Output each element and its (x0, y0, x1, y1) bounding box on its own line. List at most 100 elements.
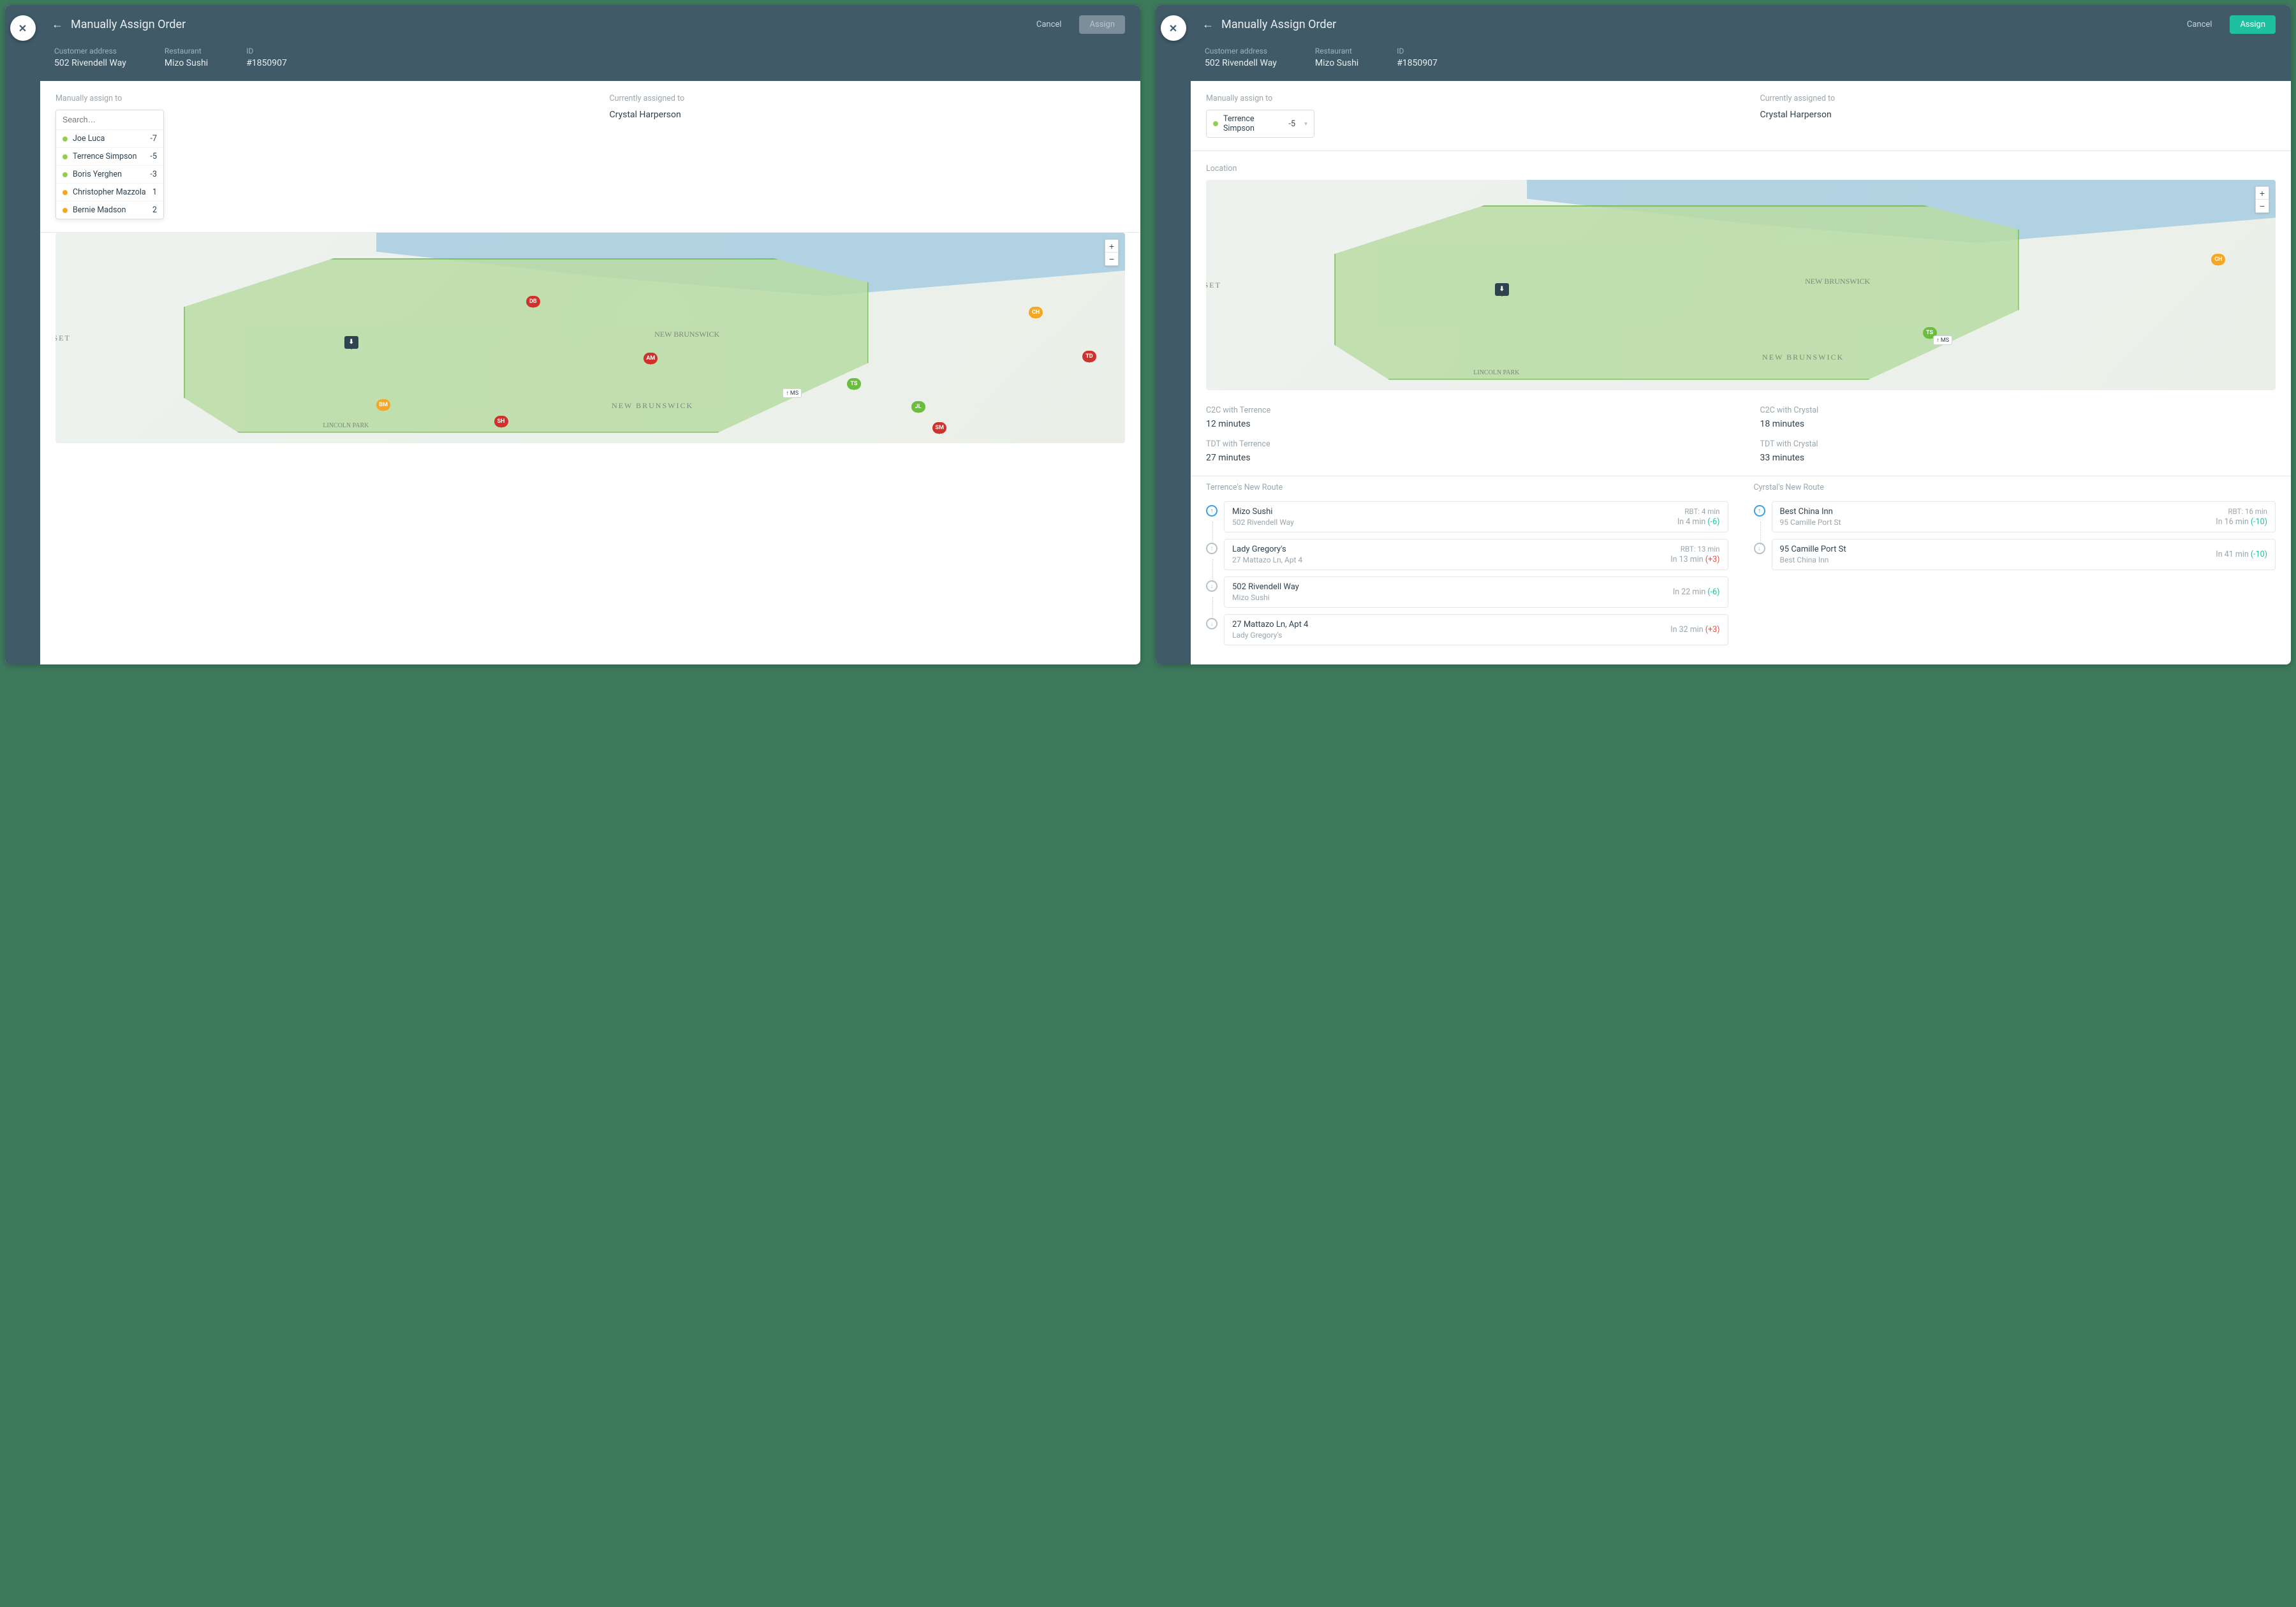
courier-pin[interactable]: JL (911, 401, 925, 413)
zoom-out-button[interactable]: − (1105, 253, 1118, 265)
courier-pin[interactable]: AM (644, 353, 658, 364)
currently-assigned-value: Crystal Harperson (1760, 110, 2276, 120)
order-id-label: ID (1397, 47, 1438, 55)
courier-option[interactable]: Christopher Mazzola 1 (56, 184, 163, 202)
stop-eta: In 32 min (+3) (1670, 625, 1719, 635)
back-arrow-icon[interactable]: ← (1202, 18, 1214, 31)
courier-score: -3 (151, 170, 157, 179)
stop-rbt: RBT: 13 min (1670, 545, 1719, 554)
stop-card[interactable]: 27 Mattazo Ln, Apt 4Lady Gregory'sIn 32 … (1224, 614, 1728, 645)
courier-pin[interactable]: DB (526, 296, 540, 307)
courier-pin[interactable]: TS (847, 378, 861, 390)
stop-rbt: RBT: 16 min (2216, 507, 2267, 516)
map-zone (1334, 205, 2019, 380)
route-stop: ↓502 Rivendell WayMizo SushiIn 22 min (-… (1206, 576, 1728, 608)
selected-courier-score: -5 (1288, 119, 1295, 129)
order-id-label: ID (246, 47, 287, 55)
map-city-label-2: NEW BRUNSWICK (1762, 353, 1844, 362)
panel-left: ✕ ← Manually Assign Order Cancel Assign … (5, 5, 1140, 664)
stop-address: Best China Inn (1780, 555, 2216, 564)
map[interactable]: nerset New Brunswick NEW BRUNSWICK Linco… (1206, 180, 2276, 390)
courier-select-open[interactable]: Joe Luca -7 Terrence Simpson -5 Boris Ye… (55, 110, 164, 219)
courier-pin[interactable]: CH (2211, 254, 2225, 265)
header: ← Manually Assign Order Cancel Assign Cu… (1191, 5, 2291, 81)
assign-button-disabled: Assign (1079, 15, 1125, 34)
cancel-button[interactable]: Cancel (2177, 15, 2223, 34)
courier-option[interactable]: Bernie Madson 2 (56, 202, 163, 219)
stop-card[interactable]: 95 Camille Port StBest China InnIn 41 mi… (1772, 539, 2276, 570)
stop-card[interactable]: Mizo Sushi502 Rivendell WayRBT: 4 minIn … (1224, 501, 1728, 532)
courier-option[interactable]: Terrence Simpson -5 (56, 148, 163, 166)
destination-pin[interactable]: ⬇ (1495, 283, 1509, 296)
stop-name: Mizo Sushi (1232, 507, 1677, 517)
courier-name: Boris Yerghen (73, 170, 122, 179)
close-button[interactable]: ✕ (1161, 15, 1186, 41)
stop-direction-icon: ↓ (1754, 543, 1765, 554)
page-title: Manually Assign Order (71, 18, 1019, 31)
map-park-label: Lincoln Park (1473, 369, 1519, 376)
map-zone (184, 258, 868, 433)
cancel-button[interactable]: Cancel (1026, 15, 1072, 34)
stop-eta: In 13 min (+3) (1670, 555, 1719, 564)
stop-card[interactable]: Best China Inn95 Camille Port StRBT: 16 … (1772, 501, 2276, 532)
stop-card[interactable]: 502 Rivendell WayMizo SushiIn 22 min (-6… (1224, 576, 1728, 608)
restaurant-pin-label[interactable]: ↑MS (783, 388, 802, 398)
crystal-route-title: Cyrstal's New Route (1754, 483, 2276, 492)
c2c-crystal-label: C2C with Crystal (1760, 406, 2276, 415)
courier-option[interactable]: Joe Luca -7 (56, 130, 163, 148)
courier-pin[interactable]: CH (1029, 307, 1043, 318)
map-area-label: nerset (55, 334, 71, 343)
courier-score: -7 (151, 134, 157, 143)
courier-pin[interactable]: TD (1082, 351, 1096, 362)
stop-direction-icon: ↑ (1206, 505, 1218, 517)
courier-option[interactable]: Boris Yerghen -3 (56, 166, 163, 184)
stop-direction-icon: ↑ (1206, 543, 1218, 554)
tdt-terrence-label: TDT with Terrence (1206, 439, 1722, 449)
selected-courier-name: Terrence Simpson (1223, 114, 1283, 133)
restaurant-label: Restaurant (1315, 47, 1358, 55)
courier-pin[interactable]: BM (376, 399, 390, 411)
stop-card[interactable]: Lady Gregory's27 Mattazo Ln, Apt 4RBT: 1… (1224, 539, 1728, 570)
status-dot-icon (63, 154, 68, 159)
currently-assigned-label: Currently assigned to (1760, 94, 2276, 103)
panel-right: ✕ ← Manually Assign Order Cancel Assign … (1156, 5, 2291, 664)
courier-option-list[interactable]: Joe Luca -7 Terrence Simpson -5 Boris Ye… (56, 130, 163, 219)
status-dot-icon (63, 172, 68, 177)
stop-name: 502 Rivendell Way (1232, 582, 1673, 592)
stop-rbt: RBT: 4 min (1677, 507, 1720, 516)
map-area-label: nerset (1206, 281, 1221, 290)
restaurant-value: Mizo Sushi (165, 58, 208, 68)
stop-delta: (-10) (2251, 550, 2267, 559)
courier-pin[interactable]: SH (494, 416, 508, 427)
map-city-label-2: NEW BRUNSWICK (612, 401, 693, 411)
stop-address: 95 Camille Port St (1780, 518, 2216, 527)
customer-address-label: Customer address (1205, 47, 1277, 55)
courier-search-input[interactable] (56, 110, 163, 130)
back-arrow-icon[interactable]: ← (52, 18, 63, 31)
stop-eta: In 4 min (-6) (1677, 517, 1720, 527)
stop-address: 27 Mattazo Ln, Apt 4 (1232, 555, 1670, 564)
divider (1191, 150, 2291, 151)
stop-eta: In 41 min (-10) (2216, 550, 2267, 559)
stop-address: Mizo Sushi (1232, 593, 1673, 602)
destination-pin[interactable]: ⬇ (344, 336, 358, 349)
courier-name: Joe Luca (73, 134, 105, 143)
close-button[interactable]: ✕ (10, 15, 36, 41)
customer-address-label: Customer address (54, 47, 126, 55)
zoom-out-button[interactable]: − (2256, 200, 2269, 212)
map-zoom-control: + − (1105, 239, 1119, 266)
route-stop: ↑Best China Inn95 Camille Port StRBT: 16… (1754, 501, 2276, 532)
stop-delta: (+3) (1705, 625, 1720, 635)
courier-pin[interactable]: SM (932, 422, 946, 434)
assign-button[interactable]: Assign (2230, 15, 2276, 34)
stop-name: 27 Mattazo Ln, Apt 4 (1232, 620, 1670, 629)
map[interactable]: nerset New Brunswick NEW BRUNSWICK Linco… (55, 233, 1125, 443)
restaurant-pin-label[interactable]: ↑MS (1933, 335, 1952, 345)
manually-assign-label: Manually assign to (55, 94, 571, 103)
courier-select[interactable]: Terrence Simpson -5 ▾ (1206, 110, 1314, 138)
status-dot-icon (1213, 121, 1218, 126)
map-city-label: New Brunswick (1805, 277, 1870, 286)
zoom-in-button[interactable]: + (1105, 240, 1118, 253)
zoom-in-button[interactable]: + (2256, 187, 2269, 200)
currently-assigned-value: Crystal Harperson (610, 110, 1126, 120)
